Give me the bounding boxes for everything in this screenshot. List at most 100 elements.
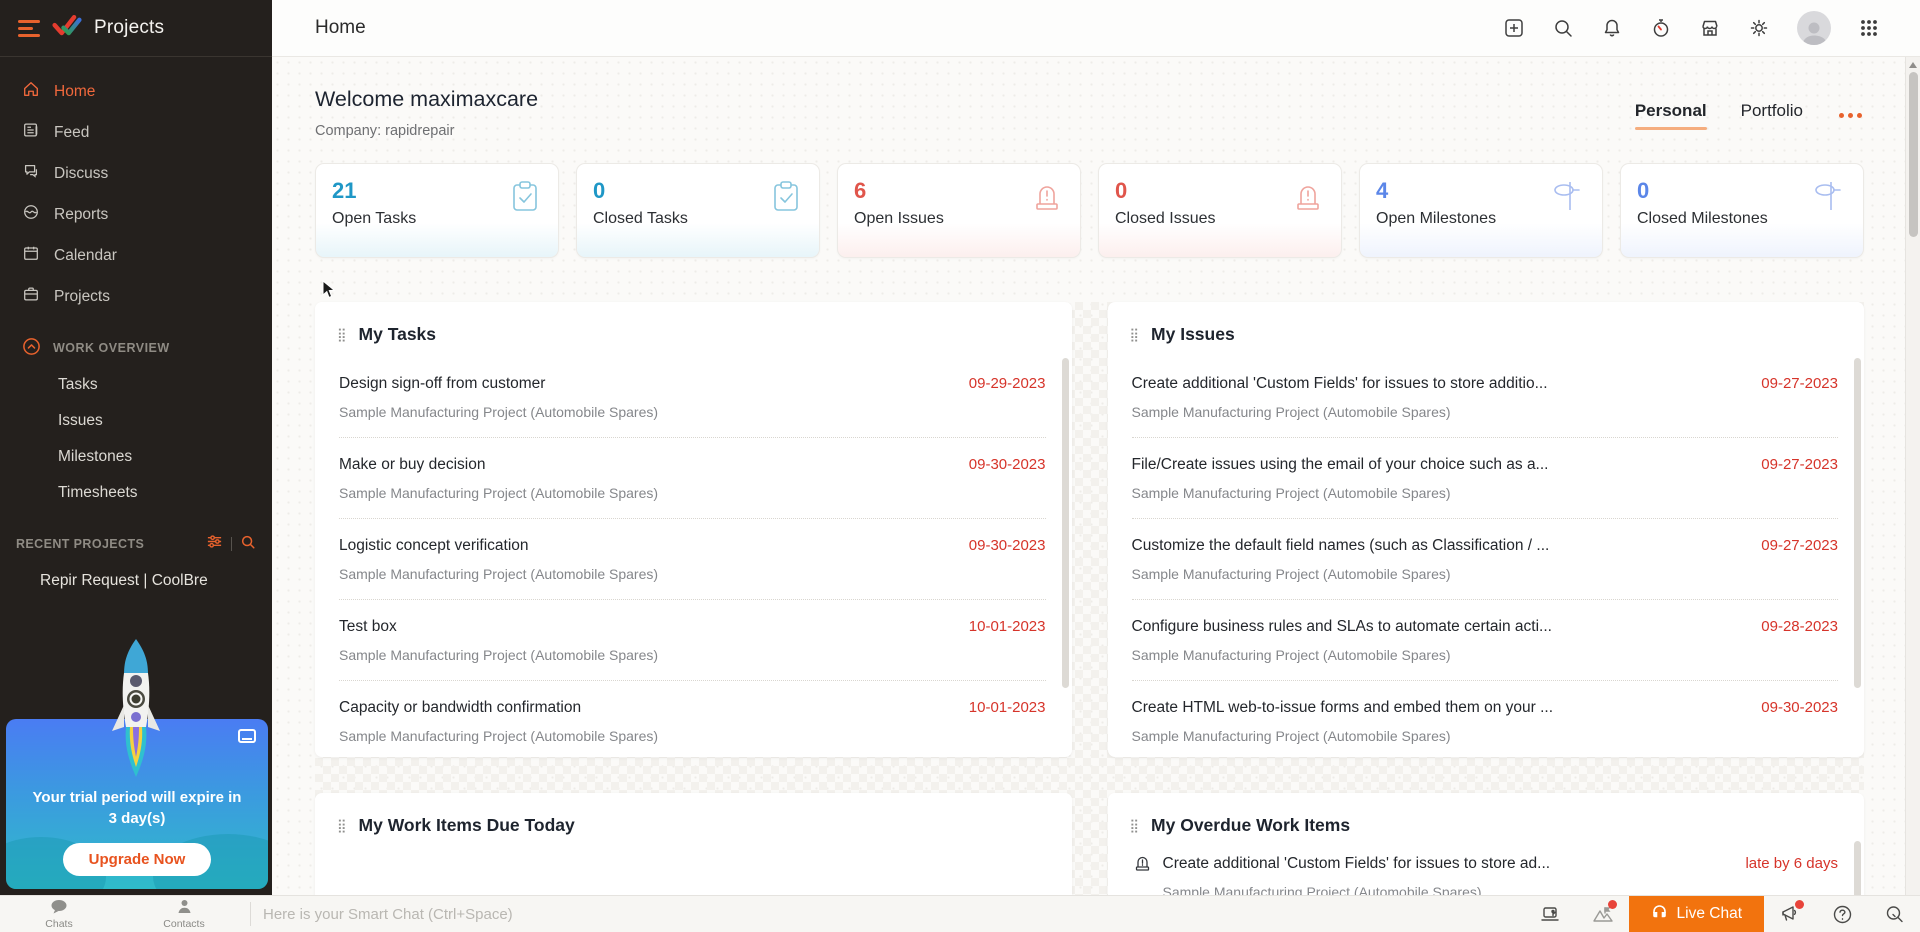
- collapse-chevron-icon[interactable]: [22, 337, 41, 359]
- search-icon[interactable]: [1552, 17, 1574, 39]
- minimize-banner-icon[interactable]: [238, 729, 256, 743]
- divider: [250, 902, 251, 926]
- stat-label: Open Issues: [854, 210, 1064, 228]
- stat-open-milestones[interactable]: 4 Open Milestones: [1359, 163, 1603, 258]
- tab-portfolio[interactable]: Portfolio: [1741, 101, 1803, 130]
- issue-row[interactable]: Customize the default field names (such …: [1132, 518, 1839, 599]
- trail-guide-icon[interactable]: [1577, 896, 1629, 932]
- sidebar-item-calendar[interactable]: Calendar: [0, 235, 272, 276]
- widget-scrollbar[interactable]: [1854, 841, 1861, 895]
- upgrade-now-button[interactable]: Upgrade Now: [63, 843, 212, 876]
- help-icon[interactable]: [1816, 896, 1868, 932]
- main-area: Home Welcome maximaxcare Company: r: [272, 0, 1920, 895]
- page-scrollbar[interactable]: [1905, 57, 1920, 895]
- sidebar-item-reports[interactable]: Reports: [0, 194, 272, 235]
- issue-row[interactable]: Create additional 'Custom Fields' for is…: [1132, 357, 1839, 437]
- sidebar: Projects Home Feed Discuss Reports: [0, 0, 272, 895]
- stat-open-issues[interactable]: 6 Open Issues: [837, 163, 1081, 258]
- contacts-label: Contacts: [163, 919, 204, 929]
- sidebar-item-timesheets[interactable]: Timesheets: [0, 475, 272, 511]
- add-icon[interactable]: [1503, 17, 1525, 39]
- issue-row[interactable]: Create HTML web-to-issue forms and embed…: [1132, 680, 1839, 757]
- stat-open-tasks[interactable]: 21 Open Tasks: [315, 163, 559, 258]
- stat-closed-tasks[interactable]: 0 Closed Tasks: [576, 163, 820, 258]
- stat-label: Open Tasks: [332, 210, 542, 228]
- live-chat-button[interactable]: Live Chat: [1629, 896, 1764, 932]
- widget-scrollbar[interactable]: [1062, 358, 1069, 688]
- task-row[interactable]: Design sign-off from customerSample Manu…: [339, 357, 1046, 437]
- smart-chat-input[interactable]: [263, 906, 1525, 923]
- hamburger-menu-icon[interactable]: [18, 20, 40, 37]
- drag-handle-icon[interactable]: ⣿: [1130, 328, 1140, 341]
- projects-briefcase-icon: [22, 285, 40, 308]
- user-avatar[interactable]: [1797, 11, 1831, 45]
- topbar: Home: [272, 0, 1920, 57]
- calendar-icon: [22, 244, 40, 267]
- scrollbar-thumb[interactable]: [1909, 72, 1918, 237]
- stat-label: Closed Tasks: [593, 210, 803, 228]
- presenter-icon[interactable]: [1525, 896, 1577, 932]
- reports-icon: [22, 203, 40, 226]
- chat-bubble-icon: [50, 899, 69, 919]
- filter-sliders-icon[interactable]: [206, 533, 223, 555]
- sidebar-item-feed[interactable]: Feed: [0, 112, 272, 153]
- recent-project-item[interactable]: Repir Request | CoolBre: [0, 563, 272, 599]
- zoho-projects-app: Projects Home Feed Discuss Reports: [0, 0, 1920, 932]
- rocket-illustration: [96, 635, 176, 790]
- due-date: 10-01-2023: [969, 615, 1046, 638]
- widget-title: My Work Items Due Today: [359, 815, 575, 836]
- due-date: 09-27-2023: [1761, 534, 1838, 557]
- widgets-grid: ⣿ My Tasks Design sign-off from customer…: [315, 302, 1864, 895]
- tab-personal[interactable]: Personal: [1635, 101, 1707, 130]
- stat-closed-issues[interactable]: 0 Closed Issues: [1098, 163, 1342, 258]
- sidebar-item-issues[interactable]: Issues: [0, 403, 272, 439]
- widget-title: My Issues: [1151, 324, 1235, 345]
- more-options-ellipsis-icon[interactable]: [1837, 107, 1864, 124]
- apps-grid-icon[interactable]: [1858, 17, 1880, 39]
- drag-handle-icon[interactable]: ⣿: [337, 328, 347, 341]
- my-tasks-widget: ⣿ My Tasks Design sign-off from customer…: [315, 302, 1072, 757]
- notification-dot: [1795, 900, 1804, 909]
- chats-label: Chats: [45, 919, 72, 929]
- company-line: Company: rapidrepair: [315, 123, 538, 139]
- due-today-widget: ⣿ My Work Items Due Today: [315, 793, 1072, 895]
- due-date: 10-01-2023: [969, 696, 1046, 719]
- drag-handle-icon[interactable]: ⣿: [337, 819, 347, 832]
- chats-button[interactable]: Chats: [45, 899, 72, 929]
- sidebar-menu: Home Feed Discuss Reports Calendar: [0, 57, 272, 317]
- trial-message: Your trial period will expire in 3 day(s…: [6, 787, 268, 829]
- sidebar-item-discuss[interactable]: Discuss: [0, 153, 272, 194]
- stat-label: Closed Issues: [1115, 210, 1325, 228]
- widget-scrollbar[interactable]: [1854, 358, 1861, 688]
- stat-closed-milestones[interactable]: 0 Closed Milestones: [1620, 163, 1864, 258]
- headset-icon: [1651, 903, 1668, 925]
- due-date: 09-30-2023: [1761, 696, 1838, 719]
- sidebar-item-home[interactable]: Home: [0, 71, 272, 112]
- sidebar-item-tasks[interactable]: Tasks: [0, 367, 272, 403]
- scroll-up-arrow-icon[interactable]: [1909, 62, 1917, 68]
- issue-row[interactable]: File/Create issues using the email of yo…: [1132, 437, 1839, 518]
- search-icon[interactable]: [240, 534, 256, 555]
- view-tabs: Personal Portfolio: [1635, 87, 1864, 130]
- issue-row[interactable]: Configure business rules and SLAs to aut…: [1132, 599, 1839, 680]
- sidebar-item-projects[interactable]: Projects: [0, 276, 272, 317]
- app-title: Projects: [94, 17, 164, 39]
- marketplace-icon[interactable]: [1699, 17, 1721, 39]
- task-row[interactable]: Test boxSample Manufacturing Project (Au…: [339, 599, 1046, 680]
- due-date: 09-30-2023: [969, 453, 1046, 476]
- task-row[interactable]: Capacity or bandwidth confirmationSample…: [339, 680, 1046, 757]
- divider: [231, 537, 232, 551]
- overdue-row[interactable]: Create additional 'Custom Fields' for is…: [1132, 848, 1839, 895]
- overdue-widget: ⣿ My Overdue Work Items Create additiona…: [1108, 793, 1865, 895]
- announcement-megaphone-icon[interactable]: [1764, 896, 1816, 932]
- timer-icon[interactable]: [1650, 17, 1672, 39]
- zoom-lens-icon[interactable]: [1868, 896, 1920, 932]
- contacts-button[interactable]: Contacts: [163, 899, 204, 929]
- drag-handle-icon[interactable]: ⣿: [1130, 819, 1140, 832]
- settings-gear-icon[interactable]: [1748, 17, 1770, 39]
- notifications-bell-icon[interactable]: [1601, 17, 1623, 39]
- task-row[interactable]: Logistic concept verificationSample Manu…: [339, 518, 1046, 599]
- sidebar-item-milestones[interactable]: Milestones: [0, 439, 272, 475]
- page-title: Welcome maximaxcare: [315, 87, 538, 112]
- task-row[interactable]: Make or buy decisionSample Manufacturing…: [339, 437, 1046, 518]
